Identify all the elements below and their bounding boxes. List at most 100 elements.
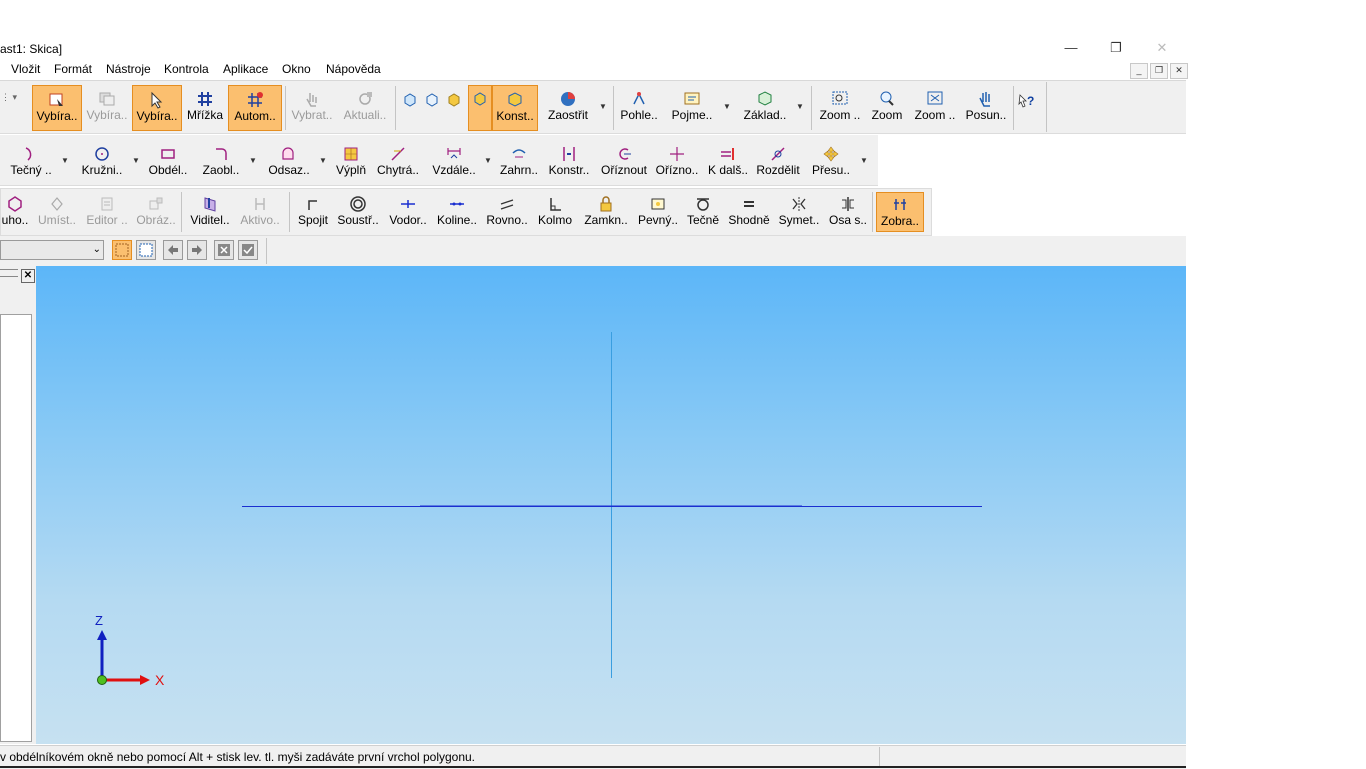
split-button[interactable]: Rozdělit	[754, 140, 802, 189]
separator	[285, 86, 286, 130]
circle-dropdown-icon[interactable]: ▼	[132, 156, 140, 165]
forward-button[interactable]	[187, 240, 207, 260]
rigid-button[interactable]: Pevný..	[636, 192, 680, 235]
grid-button[interactable]: Mřížka	[182, 85, 228, 136]
symmetric-icon	[792, 197, 806, 211]
extend-icon	[721, 148, 734, 160]
help-icon[interactable]: ?	[1018, 92, 1038, 110]
fill-button[interactable]: Výplň	[332, 140, 370, 189]
menu-aplikace[interactable]: Aplikace	[223, 62, 268, 76]
pan-button[interactable]: Posun..	[962, 85, 1010, 136]
smart-dimension-button[interactable]: Chytrá..	[374, 140, 422, 189]
tangent-arc-button[interactable]: Tečný ..	[4, 140, 58, 189]
split-icon	[771, 147, 785, 161]
tangent-button[interactable]: Tečně	[684, 192, 722, 235]
view-shaded-icon[interactable]	[446, 92, 462, 108]
focus-dropdown-icon[interactable]: ▼	[599, 102, 607, 111]
zoom-area-button[interactable]: Zoom ..	[814, 85, 866, 136]
select-pointer-button[interactable]: Vybíra..	[132, 85, 182, 131]
mdi-restore-button[interactable]: ❐	[1150, 63, 1168, 79]
lock-button[interactable]: Zamkn..	[580, 192, 632, 235]
editor-button[interactable]: Editor ..	[84, 192, 130, 235]
fillet-dropdown-icon[interactable]: ▼	[249, 156, 257, 165]
zoom-icon	[880, 91, 894, 106]
cancel-selection-button[interactable]	[214, 240, 234, 260]
fillet-button[interactable]: Zaobl..	[196, 140, 246, 189]
base-button[interactable]: Základ..	[738, 85, 792, 136]
menu-kontrola[interactable]: Kontrola	[164, 62, 209, 76]
select-copy-button[interactable]: Vybíra..	[82, 85, 132, 136]
separator	[811, 86, 812, 130]
rectangle-button[interactable]: Obdél..	[146, 140, 190, 189]
close-button[interactable]: ✕	[1147, 38, 1177, 58]
collinear-button[interactable]: Koline..	[434, 192, 480, 235]
mdi-minimize-button[interactable]: _	[1130, 63, 1148, 79]
separator	[613, 86, 614, 130]
focus-button[interactable]: Zaostřit	[540, 85, 596, 136]
back-button[interactable]	[163, 240, 183, 260]
view-cube-button[interactable]	[468, 85, 492, 131]
offset-button[interactable]: Odsaz..	[264, 140, 314, 189]
place-button[interactable]: Umíst..	[34, 192, 80, 235]
offset-dropdown-icon[interactable]: ▼	[319, 156, 327, 165]
menu-format[interactable]: Formát	[54, 62, 92, 76]
minimize-button[interactable]: —	[1056, 38, 1086, 58]
view-button[interactable]: Pohle..	[616, 85, 662, 136]
extend-button[interactable]: K dalš..	[704, 140, 752, 189]
collinear-icon	[450, 202, 464, 206]
perpendicular-button[interactable]: Kolmo	[534, 192, 576, 235]
circle-button[interactable]: Kružni..	[76, 140, 128, 189]
trim-button[interactable]: Oříznout	[598, 140, 650, 189]
parallel-button[interactable]: Rovno..	[484, 192, 530, 235]
move-button[interactable]: Přesu..	[808, 140, 854, 189]
connect-button[interactable]: Spojit	[294, 192, 332, 235]
polygon-icon	[8, 196, 22, 212]
menu-napoveda[interactable]: Nápověda	[326, 62, 381, 76]
auto-grid-button[interactable]: Autom..	[228, 85, 282, 131]
visibility-button[interactable]: Viditel..	[186, 192, 234, 235]
select-mode-button[interactable]	[136, 240, 156, 260]
named-view-dropdown-icon[interactable]: ▼	[723, 102, 731, 111]
symmetry-axis-button[interactable]: Osa s..	[826, 192, 870, 235]
layer-dropdown[interactable]: ⌄	[0, 240, 104, 260]
image-icon	[149, 197, 163, 210]
view-iso-icon[interactable]	[402, 92, 418, 108]
construction-line-button[interactable]: Konstr..	[544, 140, 594, 189]
triad-origin	[97, 675, 107, 685]
status-text: v obdélníkovém okně nebo pomocí Alt + st…	[0, 750, 476, 764]
rigid-icon	[651, 198, 665, 210]
image-button[interactable]: Obráz..	[134, 192, 178, 235]
arc-dropdown-icon[interactable]: ▼	[61, 156, 69, 165]
refresh-button[interactable]: Aktuali..	[338, 85, 392, 136]
concentric-button[interactable]: Soustř..	[336, 192, 380, 235]
separator	[872, 192, 873, 232]
move-dropdown-icon[interactable]: ▼	[860, 156, 868, 165]
trim-corner-button[interactable]: Ořízno..	[652, 140, 702, 189]
accept-selection-button[interactable]	[238, 240, 258, 260]
select-hand-button[interactable]: Vybrat..	[288, 85, 336, 136]
activate-button[interactable]: Aktivo..	[236, 192, 284, 235]
distance-button[interactable]: Vzdále..	[428, 140, 480, 189]
zoom-fit-button[interactable]: Zoom ..	[910, 85, 960, 136]
menu-okno[interactable]: Okno	[282, 62, 311, 76]
equal-button[interactable]: Shodně	[726, 192, 772, 235]
menu-nastroje[interactable]: Nástroje	[106, 62, 151, 76]
select-filter-button[interactable]	[112, 240, 132, 260]
include-button[interactable]: Zahrn..	[496, 140, 542, 189]
triad-x-arrow	[140, 675, 150, 685]
horizontal-button[interactable]: Vodor..	[386, 192, 430, 235]
named-view-button[interactable]: Pojme..	[666, 85, 718, 136]
zoom-button[interactable]: Zoom	[866, 85, 908, 136]
view-front-icon[interactable]	[424, 92, 440, 108]
menu-vlozit[interactable]: Vložit	[11, 62, 40, 76]
base-dropdown-icon[interactable]: ▼	[796, 102, 804, 111]
show-relations-button[interactable]: Zobra..	[876, 192, 924, 232]
symmetric-button[interactable]: Symet..	[776, 192, 822, 235]
activate-icon	[255, 198, 265, 210]
mdi-close-button[interactable]: ✕	[1170, 63, 1188, 79]
restore-button[interactable]: ❐	[1101, 38, 1131, 58]
select-box-button[interactable]: Vybíra..	[32, 85, 82, 131]
distance-dropdown-icon[interactable]: ▼	[484, 156, 492, 165]
polygon-button[interactable]: uho..	[0, 192, 30, 235]
construction-button[interactable]: Konst..	[492, 85, 538, 131]
